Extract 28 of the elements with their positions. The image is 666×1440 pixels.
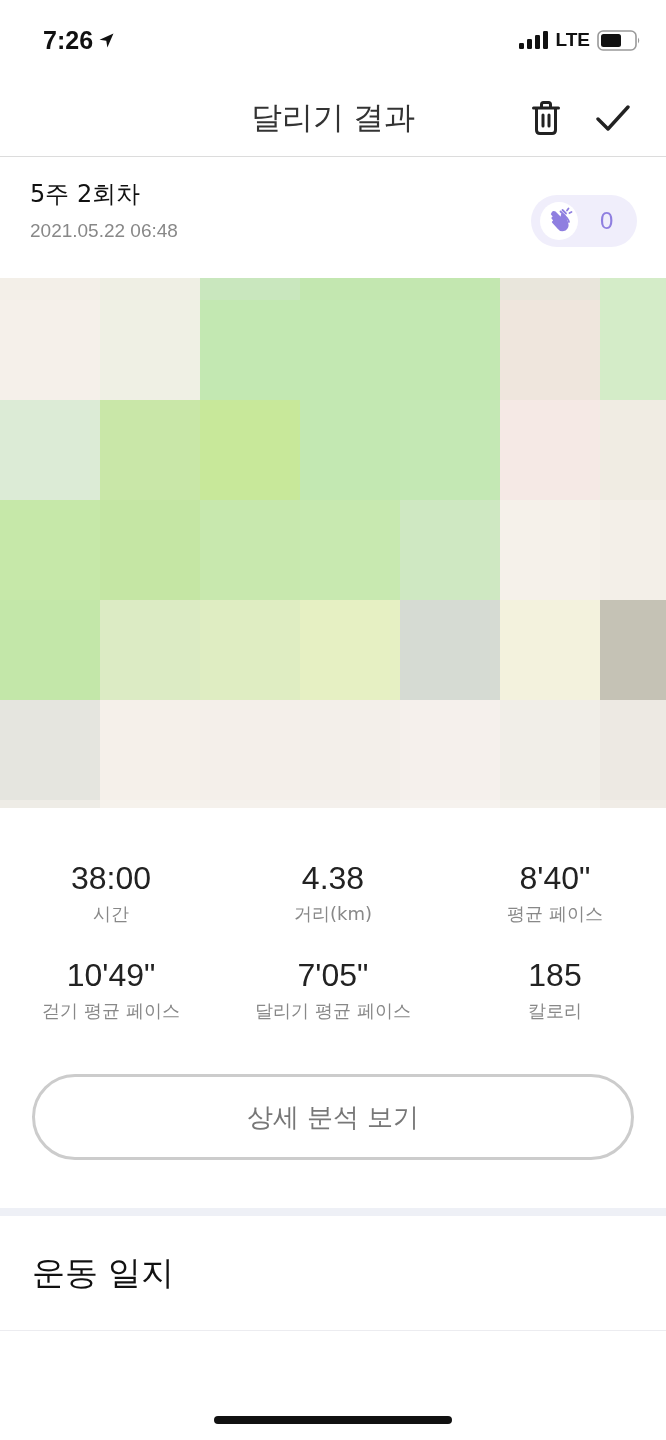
stat-value: 7'05": [297, 956, 369, 994]
run-datetime: 2021.05.22 06:48: [30, 219, 178, 243]
clap-button[interactable]: 0: [531, 195, 637, 247]
screen-title: 달리기 결과: [250, 98, 416, 137]
battery-icon: [597, 29, 641, 51]
network-label: LTE: [555, 29, 590, 51]
delete-button[interactable]: [532, 101, 560, 135]
run-title: 5주 2회차: [30, 179, 142, 209]
confirm-button[interactable]: [596, 104, 630, 132]
stat-value: 8'40": [519, 859, 591, 897]
signal-icon: [518, 31, 549, 49]
stat-label: 평균 페이스: [507, 903, 603, 925]
section-heading: 운동 일지: [32, 1251, 175, 1294]
checkmark-icon: [596, 104, 630, 132]
stat-label: 걷기 평균 페이스: [42, 1000, 180, 1022]
stat-label: 거리(km): [294, 903, 372, 925]
stat-value: 38:00: [70, 859, 152, 897]
location-arrow-icon: [99, 32, 115, 48]
status-time: 7:26: [43, 25, 94, 55]
stat-label: 칼로리: [528, 1000, 582, 1022]
stat-value: 4.38: [301, 859, 365, 897]
clapping-hands-icon: [540, 202, 578, 240]
stat-value: 10'49": [66, 956, 156, 994]
stat-label: 시간: [93, 903, 129, 925]
stat-value: 185: [528, 956, 582, 994]
trash-icon: [532, 101, 560, 135]
stat-label: 달리기 평균 페이스: [255, 1000, 411, 1022]
detail-analysis-button[interactable]: 상세 분석 보기: [32, 1074, 634, 1160]
